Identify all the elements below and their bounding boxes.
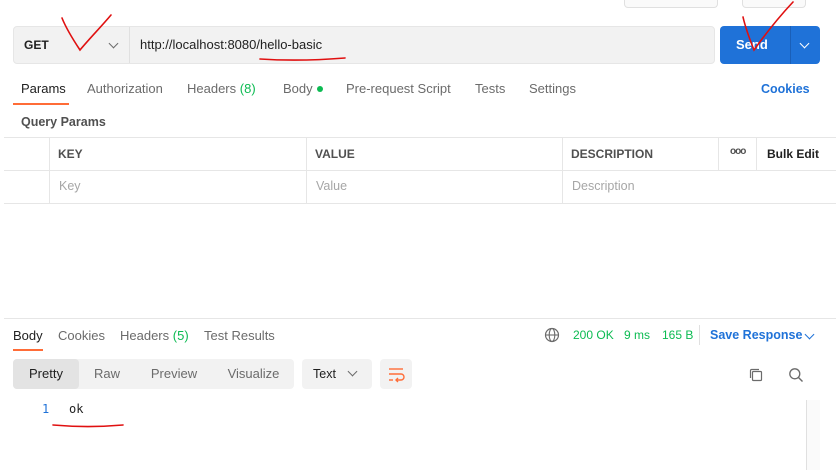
response-tab-body[interactable]: Body xyxy=(13,328,43,343)
response-tab-headers[interactable]: Headers (5) xyxy=(120,328,189,343)
chevron-down-icon[interactable] xyxy=(799,38,810,49)
tab-params[interactable]: Params xyxy=(21,81,66,96)
url-input[interactable]: http://localhost:8080/hello-basic xyxy=(140,37,322,52)
cookies-link[interactable]: Cookies xyxy=(761,82,810,96)
tab-pre-request-script[interactable]: Pre-request Script xyxy=(346,81,451,96)
chevron-down-icon[interactable] xyxy=(804,329,815,340)
value-input[interactable]: Value xyxy=(316,179,347,193)
wrap-lines-button[interactable] xyxy=(380,359,412,389)
column-divider xyxy=(756,137,757,170)
view-mode-preview[interactable]: Preview xyxy=(135,359,213,389)
view-mode-visualize[interactable]: Visualize xyxy=(213,359,294,389)
view-mode-pretty[interactable]: Pretty xyxy=(13,359,79,389)
annotation-marks xyxy=(52,1,794,428)
query-params-title: Query Params xyxy=(21,115,106,129)
response-tab-test-results[interactable]: Test Results xyxy=(204,328,275,343)
response-tab-cookies[interactable]: Cookies xyxy=(58,328,105,343)
query-params-table: KEY VALUE DESCRIPTION ooo Bulk Edit Key … xyxy=(4,137,836,204)
status-divider xyxy=(699,325,700,345)
column-divider xyxy=(49,137,50,204)
chevron-down-icon xyxy=(347,366,358,377)
tab-authorization[interactable]: Authorization xyxy=(87,81,163,96)
format-label: Text xyxy=(313,367,336,381)
column-divider xyxy=(306,137,307,204)
globe-icon[interactable] xyxy=(544,327,560,343)
table-border xyxy=(4,137,836,138)
response-scrollbar[interactable] xyxy=(806,400,820,470)
tab-body-label: Body xyxy=(283,81,313,96)
view-mode-raw[interactable]: Raw xyxy=(79,359,135,389)
response-headers-count: (5) xyxy=(172,328,189,343)
bulk-edit-button[interactable]: Bulk Edit xyxy=(767,147,819,161)
response-size[interactable]: 165 B xyxy=(662,328,693,342)
active-tab-underline xyxy=(13,103,69,105)
column-header-key: KEY xyxy=(58,147,83,161)
column-header-value: VALUE xyxy=(315,147,355,161)
copy-icon[interactable] xyxy=(748,367,764,383)
response-time[interactable]: 9 ms xyxy=(624,328,650,342)
save-response-button[interactable]: Save Response xyxy=(710,328,802,342)
chevron-down-icon xyxy=(108,38,119,49)
body-indicator-dot xyxy=(316,86,323,92)
search-icon[interactable] xyxy=(788,367,804,383)
headers-count: (8) xyxy=(239,81,256,96)
view-mode-switcher: Pretty Raw Preview Visualize xyxy=(13,359,294,389)
column-divider xyxy=(562,137,563,204)
active-response-tab-underline xyxy=(13,349,43,351)
send-button[interactable]: Send xyxy=(720,26,820,64)
method-select[interactable]: GET xyxy=(14,27,130,63)
table-border xyxy=(4,203,836,204)
annotation-body-underline xyxy=(52,424,124,428)
tab-headers-label: Headers xyxy=(187,81,237,96)
description-input[interactable]: Description xyxy=(572,179,635,193)
tab-settings[interactable]: Settings xyxy=(529,81,576,96)
send-label: Send xyxy=(736,37,768,52)
tab-body[interactable]: Body xyxy=(283,81,323,96)
tab-tests[interactable]: Tests xyxy=(475,81,505,96)
top-toolbar-button[interactable] xyxy=(624,0,718,8)
line-number: 1 xyxy=(42,402,50,416)
format-select[interactable]: Text xyxy=(302,359,372,389)
method-label: GET xyxy=(24,38,49,52)
response-status[interactable]: 200 OK xyxy=(573,328,614,342)
key-input[interactable]: Key xyxy=(59,179,81,193)
send-divider xyxy=(790,26,791,64)
response-divider[interactable] xyxy=(4,318,836,319)
response-body-line[interactable]: ok xyxy=(69,402,83,416)
response-headers-label: Headers xyxy=(120,328,170,343)
column-divider xyxy=(718,137,719,170)
wrap-lines-icon xyxy=(389,368,405,383)
more-options-icon[interactable]: ooo xyxy=(730,146,746,157)
top-toolbar-button[interactable] xyxy=(742,0,806,8)
table-border xyxy=(4,170,836,171)
column-header-description: DESCRIPTION xyxy=(571,147,654,161)
tab-headers[interactable]: Headers (8) xyxy=(187,81,256,96)
url-bar: GET http://localhost:8080/hello-basic xyxy=(13,26,715,64)
